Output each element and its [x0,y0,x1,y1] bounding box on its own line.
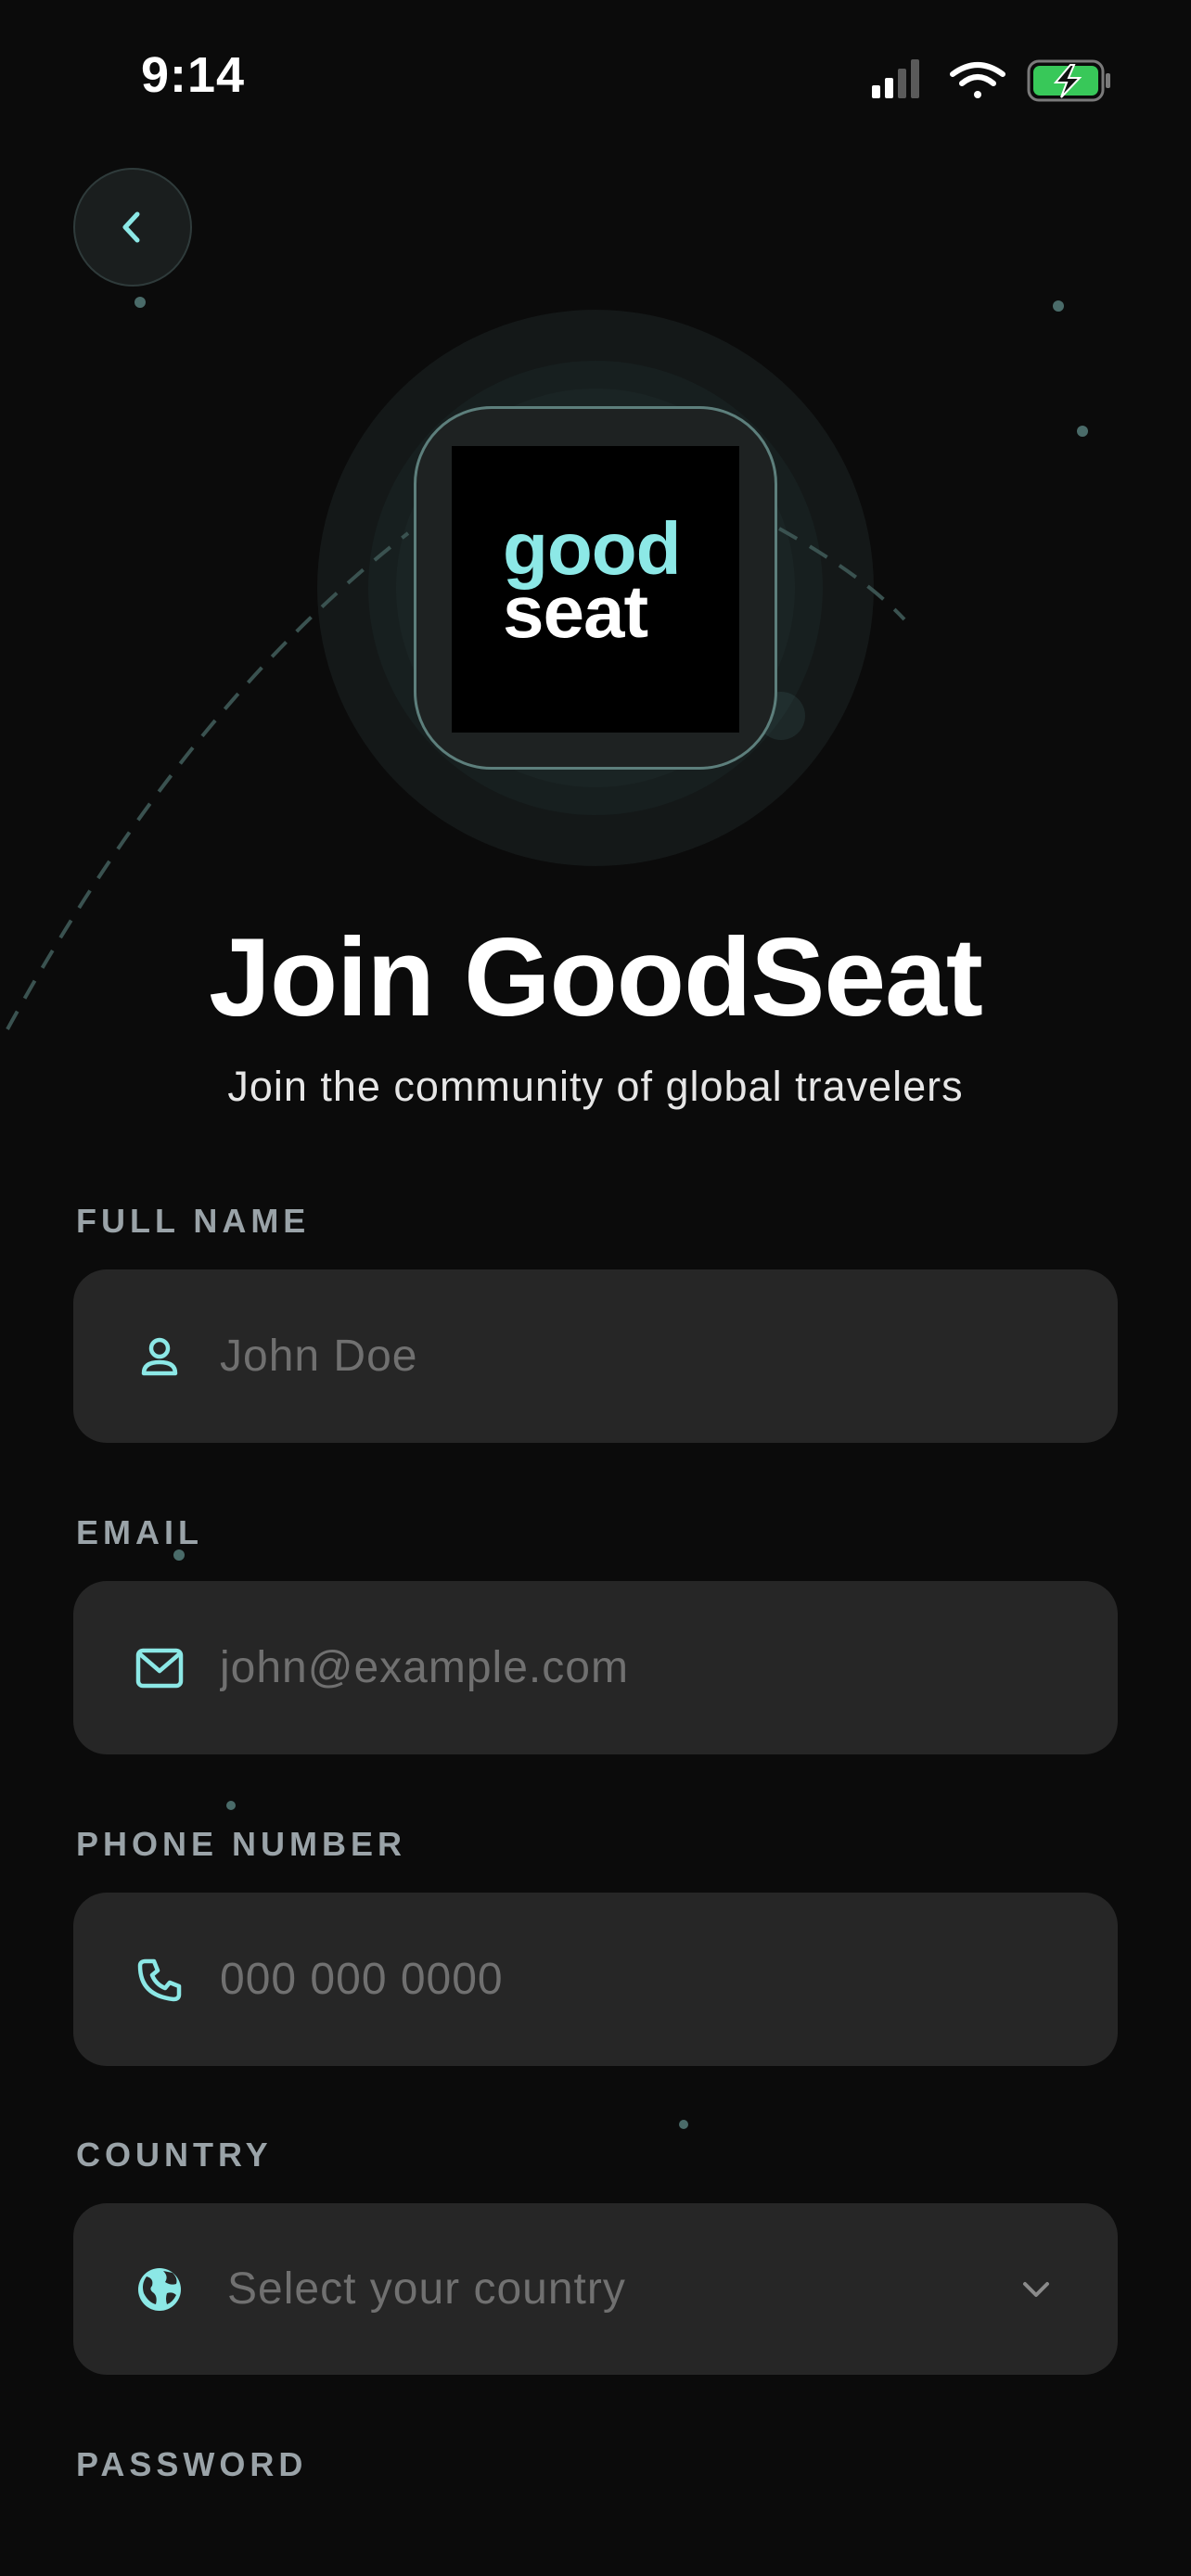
phone-label: PHONE NUMBER [76,1825,407,1863]
full-name-label: FULL NAME [76,1202,311,1240]
country-select[interactable]: Select your country [73,2203,1118,2375]
signal-icon [872,59,919,98]
status-icons [872,59,1110,102]
logo-text-seat: seat [503,570,648,653]
chevron-down-icon [1008,2262,1064,2317]
page-title: Join GoodSeat [209,915,983,1039]
password-label: PASSWORD [76,2445,308,2483]
battery-icon [1027,59,1110,102]
email-label: EMAIL [76,1513,203,1551]
country-select-value: Select your country [227,2264,626,2314]
user-icon [127,1324,192,1389]
full-name-field[interactable] [73,1269,1118,1443]
chevron-left-icon [122,211,140,243]
globe-icon [127,2257,192,2322]
country-label: COUNTRY [76,2136,273,2174]
email-field[interactable] [73,1581,1118,1754]
mail-icon [127,1636,192,1701]
phone-icon [127,1947,192,2012]
status-time: 9:14 [141,47,246,103]
wifi-icon [950,62,1005,98]
phone-field[interactable] [73,1893,1118,2066]
full-name-input[interactable] [218,1330,964,1383]
back-button[interactable] [73,168,192,287]
phone-input[interactable] [218,1953,964,2006]
email-input[interactable] [218,1641,964,1694]
page-subtitle: Join the community of global travelers [227,1063,964,1110]
